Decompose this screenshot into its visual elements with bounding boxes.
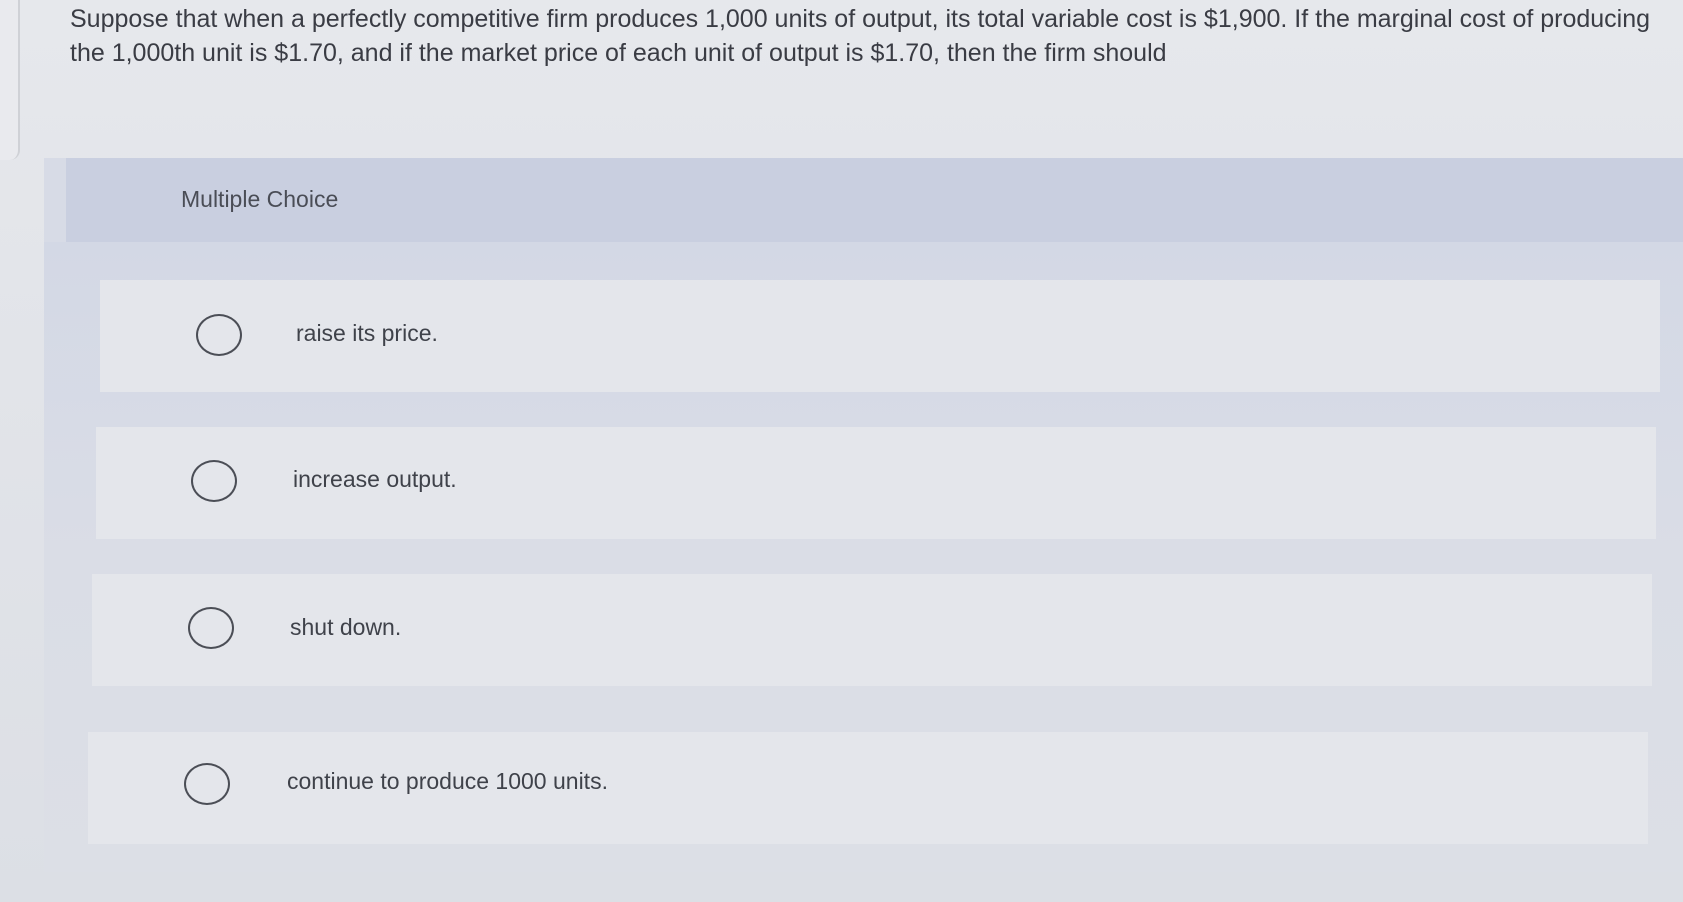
option-increase-output[interactable]: increase output. [96, 427, 1656, 539]
option-label: raise its price. [296, 320, 438, 346]
option-label: continue to produce 1000 units. [287, 768, 608, 794]
radio-button-icon[interactable] [191, 460, 237, 502]
radio-button-icon[interactable] [196, 314, 242, 356]
option-raise-its-price[interactable]: raise its price. [100, 280, 1660, 392]
options-list: raise its price. increase output. shut d… [44, 242, 1683, 872]
radio-button-icon[interactable] [188, 607, 234, 649]
option-shut-down[interactable]: shut down. [92, 574, 1652, 686]
multiple-choice-header: Multiple Choice [66, 158, 1683, 242]
page-edge [0, 0, 20, 160]
option-continue-to-produce[interactable]: continue to produce 1000 units. [88, 732, 1648, 844]
multiple-choice-panel: Multiple Choice raise its price. increas… [44, 158, 1683, 872]
radio-button-icon[interactable] [184, 763, 230, 805]
question-text: Suppose that when a perfectly competitiv… [70, 5, 1651, 67]
option-label: shut down. [290, 614, 402, 640]
multiple-choice-title: Multiple Choice [181, 186, 339, 212]
option-label: increase output. [293, 466, 457, 492]
